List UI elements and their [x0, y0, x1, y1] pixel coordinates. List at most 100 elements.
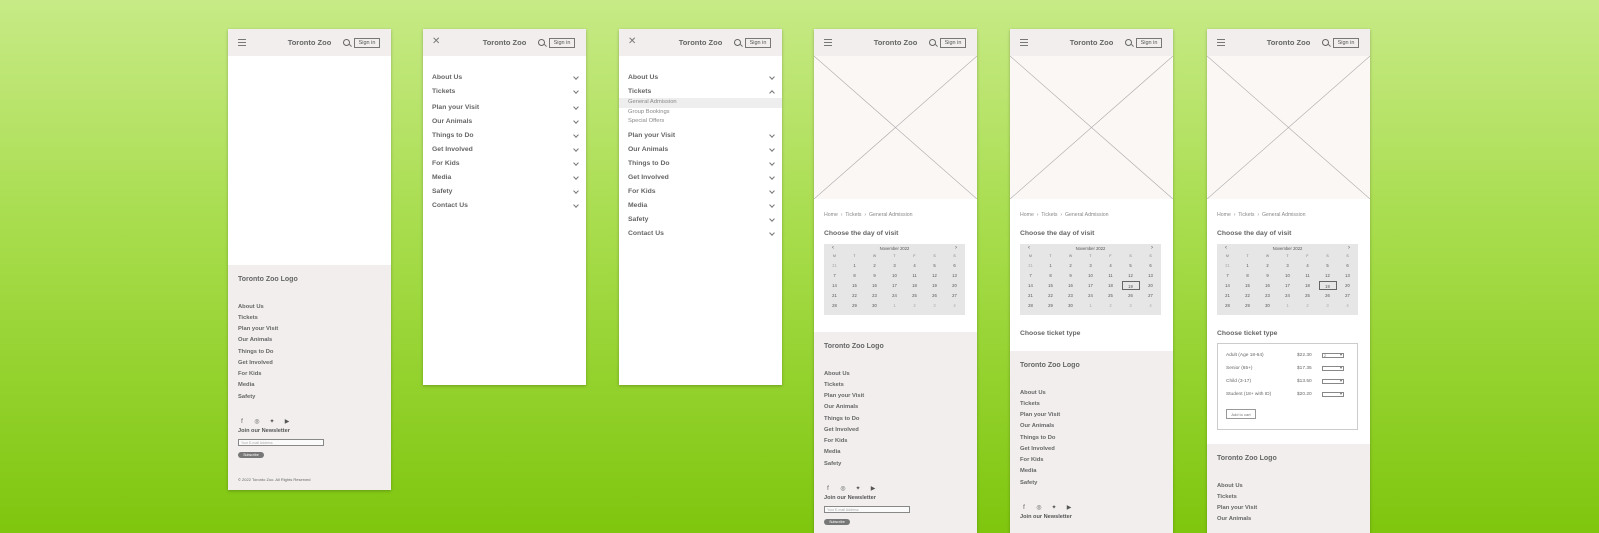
- calendar-day[interactable]: 25: [1101, 291, 1121, 300]
- breadcrumb-item[interactable]: General Admission: [1065, 212, 1109, 218]
- footer-link[interactable]: About Us: [1020, 390, 1046, 396]
- calendar-day[interactable]: 26: [925, 291, 945, 300]
- calendar-day[interactable]: 30: [1258, 301, 1278, 310]
- footer-link[interactable]: Media: [1020, 468, 1036, 474]
- calendar-day[interactable]: 28: [1218, 301, 1238, 310]
- calendar-day[interactable]: 13: [1141, 271, 1161, 280]
- calendar-day[interactable]: 16: [865, 281, 885, 290]
- calendar-day[interactable]: 3: [1081, 261, 1101, 270]
- chevron-left-icon[interactable]: ‹: [1225, 244, 1227, 253]
- chevron-right-icon[interactable]: ›: [1348, 244, 1350, 253]
- sign-in-button[interactable]: Sign in: [354, 38, 380, 48]
- calendar-day[interactable]: 4: [1101, 261, 1121, 270]
- calendar-day[interactable]: 2: [1061, 261, 1081, 270]
- search-icon[interactable]: [1125, 39, 1132, 46]
- footer-link[interactable]: Our Animals: [238, 337, 272, 343]
- calendar-day[interactable]: 19: [925, 281, 945, 290]
- calendar-day[interactable]: 7: [1021, 271, 1041, 280]
- calendar-day[interactable]: 14: [1218, 281, 1238, 290]
- calendar-day[interactable]: 12: [925, 271, 945, 280]
- instagram-icon[interactable]: ◎: [839, 486, 847, 493]
- calendar-day[interactable]: 17: [885, 281, 905, 290]
- calendar-day[interactable]: 29: [1041, 301, 1061, 310]
- calendar-day[interactable]: 13: [1338, 271, 1358, 280]
- calendar-day[interactable]: 24: [885, 291, 905, 300]
- calendar-day[interactable]: 19: [1318, 281, 1337, 290]
- calendar-day[interactable]: 30: [865, 301, 885, 310]
- calendar-day[interactable]: 26: [1121, 291, 1141, 300]
- calendar-day[interactable]: 12: [1121, 271, 1141, 280]
- calendar-day[interactable]: 23: [1061, 291, 1081, 300]
- calendar-day[interactable]: 16: [1061, 281, 1081, 290]
- footer-link[interactable]: About Us: [238, 304, 264, 310]
- quantity-select[interactable]: [1322, 379, 1344, 384]
- calendar-day[interactable]: 14: [1021, 281, 1041, 290]
- breadcrumb-item[interactable]: Tickets: [845, 212, 861, 218]
- calendar-day[interactable]: 26: [1318, 291, 1338, 300]
- footer-link[interactable]: Media: [824, 449, 840, 455]
- calendar-day[interactable]: 5: [1318, 261, 1338, 270]
- chevron-right-icon[interactable]: ›: [1151, 244, 1153, 253]
- calendar-day[interactable]: 27: [1141, 291, 1161, 300]
- calendar-day[interactable]: 24: [1278, 291, 1298, 300]
- footer-link[interactable]: Get Involved: [238, 360, 273, 366]
- calendar-day[interactable]: 15: [1238, 281, 1258, 290]
- calendar-day[interactable]: 19: [1121, 281, 1140, 290]
- calendar-day[interactable]: 13: [945, 271, 965, 280]
- calendar-day[interactable]: 1: [1238, 261, 1258, 270]
- calendar-day[interactable]: 22: [845, 291, 865, 300]
- footer-link[interactable]: Our Animals: [1020, 423, 1054, 429]
- menu-item[interactable]: Get Involved: [628, 174, 775, 184]
- subscribe-button[interactable]: Subscribe: [238, 452, 264, 458]
- breadcrumb-item[interactable]: Tickets: [1238, 212, 1254, 218]
- menu-item[interactable]: Media: [628, 202, 775, 212]
- calendar-day[interactable]: 8: [1238, 271, 1258, 280]
- footer-link[interactable]: For Kids: [824, 438, 848, 444]
- search-icon[interactable]: [1322, 39, 1329, 46]
- calendar-day[interactable]: 5: [1121, 261, 1141, 270]
- submenu-item[interactable]: Special Offers: [628, 118, 664, 124]
- chevron-right-icon[interactable]: ›: [955, 244, 957, 253]
- youtube-icon[interactable]: ▶: [869, 486, 877, 493]
- facebook-icon[interactable]: f: [1020, 505, 1028, 512]
- calendar-day[interactable]: 12: [1318, 271, 1338, 280]
- calendar-day[interactable]: 30: [1061, 301, 1081, 310]
- sign-in-button[interactable]: Sign in: [745, 38, 771, 48]
- calendar-day[interactable]: 23: [865, 291, 885, 300]
- search-icon[interactable]: [929, 39, 936, 46]
- chevron-left-icon[interactable]: ‹: [832, 244, 834, 253]
- newsletter-email-input[interactable]: Your E-mail Address: [238, 439, 324, 446]
- menu-item[interactable]: About Us: [628, 74, 775, 84]
- calendar-day[interactable]: 18: [1101, 281, 1121, 290]
- footer-link[interactable]: Tickets: [238, 315, 258, 321]
- add-to-cart-button[interactable]: Add to cart: [1226, 409, 1256, 419]
- calendar-day[interactable]: 11: [1298, 271, 1318, 280]
- menu-item[interactable]: Our Animals: [432, 118, 579, 128]
- twitter-icon[interactable]: ✦: [1050, 505, 1058, 512]
- calendar-day[interactable]: 17: [1278, 281, 1298, 290]
- menu-item[interactable]: For Kids: [628, 188, 775, 198]
- sign-in-button[interactable]: Sign in: [549, 38, 575, 48]
- footer-link[interactable]: About Us: [1217, 483, 1243, 489]
- calendar-day[interactable]: 1: [845, 261, 865, 270]
- calendar-day[interactable]: 15: [1041, 281, 1061, 290]
- submenu-item[interactable]: General Admission: [628, 99, 677, 105]
- footer-link[interactable]: Safety: [238, 394, 255, 400]
- calendar-day[interactable]: 11: [905, 271, 925, 280]
- calendar-day[interactable]: 23: [1258, 291, 1278, 300]
- menu-item[interactable]: Safety: [432, 188, 579, 198]
- calendar-day[interactable]: 20: [1338, 281, 1358, 290]
- breadcrumb-item[interactable]: General Admission: [869, 212, 913, 218]
- footer-link[interactable]: For Kids: [1020, 457, 1044, 463]
- footer-link[interactable]: About Us: [824, 371, 850, 377]
- footer-link[interactable]: Tickets: [1020, 401, 1040, 407]
- footer-link[interactable]: Safety: [824, 461, 841, 467]
- instagram-icon[interactable]: ◎: [1035, 505, 1043, 512]
- quantity-select[interactable]: [1322, 392, 1344, 397]
- breadcrumb-item[interactable]: General Admission: [1262, 212, 1306, 218]
- calendar-day[interactable]: 21: [825, 291, 845, 300]
- subscribe-button[interactable]: Subscribe: [824, 519, 850, 525]
- calendar-day[interactable]: 10: [885, 271, 905, 280]
- sign-in-button[interactable]: Sign in: [1136, 38, 1162, 48]
- chevron-left-icon[interactable]: ‹: [1028, 244, 1030, 253]
